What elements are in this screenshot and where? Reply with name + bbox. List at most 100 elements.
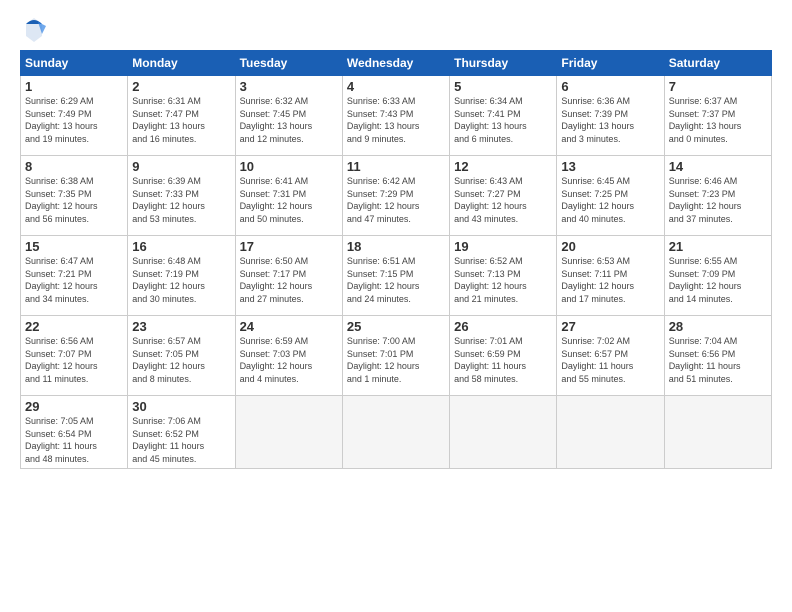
daylight-text: Daylight: 12 hours	[561, 201, 634, 211]
sunset-text: Sunset: 7:21 PM	[25, 269, 92, 279]
daylight-text: and 45 minutes.	[132, 454, 196, 464]
day-info: Sunrise: 6:46 AMSunset: 7:23 PMDaylight:…	[669, 175, 767, 225]
calendar-week-row: 22Sunrise: 6:56 AMSunset: 7:07 PMDayligh…	[21, 316, 772, 396]
day-info: Sunrise: 6:42 AMSunset: 7:29 PMDaylight:…	[347, 175, 445, 225]
table-row: 6Sunrise: 6:36 AMSunset: 7:39 PMDaylight…	[557, 76, 664, 156]
daylight-text: Daylight: 12 hours	[454, 281, 527, 291]
daylight-text: Daylight: 12 hours	[25, 201, 98, 211]
sunrise-text: Sunrise: 6:53 AM	[561, 256, 630, 266]
day-info: Sunrise: 6:34 AMSunset: 7:41 PMDaylight:…	[454, 95, 552, 145]
sunrise-text: Sunrise: 7:02 AM	[561, 336, 630, 346]
sunset-text: Sunset: 7:33 PM	[132, 189, 199, 199]
day-number: 26	[454, 319, 552, 334]
sunset-text: Sunset: 7:25 PM	[561, 189, 628, 199]
daylight-text: Daylight: 12 hours	[25, 281, 98, 291]
day-number: 11	[347, 159, 445, 174]
day-number: 25	[347, 319, 445, 334]
daylight-text: Daylight: 12 hours	[132, 201, 205, 211]
daylight-text: and 55 minutes.	[561, 374, 625, 384]
sunset-text: Sunset: 7:37 PM	[669, 109, 736, 119]
sunset-text: Sunset: 6:52 PM	[132, 429, 199, 439]
day-number: 19	[454, 239, 552, 254]
sunrise-text: Sunrise: 6:31 AM	[132, 96, 201, 106]
daylight-text: Daylight: 13 hours	[132, 121, 205, 131]
calendar-week-row: 29Sunrise: 7:05 AMSunset: 6:54 PMDayligh…	[21, 396, 772, 469]
day-info: Sunrise: 7:05 AMSunset: 6:54 PMDaylight:…	[25, 415, 123, 465]
daylight-text: and 9 minutes.	[347, 134, 406, 144]
table-row: 2Sunrise: 6:31 AMSunset: 7:47 PMDaylight…	[128, 76, 235, 156]
sunset-text: Sunset: 6:56 PM	[669, 349, 736, 359]
sunset-text: Sunset: 7:43 PM	[347, 109, 414, 119]
day-info: Sunrise: 6:51 AMSunset: 7:15 PMDaylight:…	[347, 255, 445, 305]
daylight-text: and 51 minutes.	[669, 374, 733, 384]
table-row: 30Sunrise: 7:06 AMSunset: 6:52 PMDayligh…	[128, 396, 235, 469]
day-info: Sunrise: 7:00 AMSunset: 7:01 PMDaylight:…	[347, 335, 445, 385]
logo-icon	[20, 16, 48, 44]
sunset-text: Sunset: 6:54 PM	[25, 429, 92, 439]
table-row: 22Sunrise: 6:56 AMSunset: 7:07 PMDayligh…	[21, 316, 128, 396]
daylight-text: Daylight: 12 hours	[347, 361, 420, 371]
day-info: Sunrise: 6:47 AMSunset: 7:21 PMDaylight:…	[25, 255, 123, 305]
daylight-text: Daylight: 13 hours	[347, 121, 420, 131]
sunrise-text: Sunrise: 7:01 AM	[454, 336, 523, 346]
sunset-text: Sunset: 7:29 PM	[347, 189, 414, 199]
header-sunday: Sunday	[21, 51, 128, 76]
sunrise-text: Sunrise: 7:04 AM	[669, 336, 738, 346]
day-info: Sunrise: 7:04 AMSunset: 6:56 PMDaylight:…	[669, 335, 767, 385]
day-info: Sunrise: 6:33 AMSunset: 7:43 PMDaylight:…	[347, 95, 445, 145]
day-info: Sunrise: 6:36 AMSunset: 7:39 PMDaylight:…	[561, 95, 659, 145]
day-info: Sunrise: 7:02 AMSunset: 6:57 PMDaylight:…	[561, 335, 659, 385]
daylight-text: and 27 minutes.	[240, 294, 304, 304]
sunrise-text: Sunrise: 6:39 AM	[132, 176, 201, 186]
daylight-text: and 53 minutes.	[132, 214, 196, 224]
day-info: Sunrise: 6:32 AMSunset: 7:45 PMDaylight:…	[240, 95, 338, 145]
title-section	[52, 16, 772, 18]
header-wednesday: Wednesday	[342, 51, 449, 76]
calendar-week-row: 15Sunrise: 6:47 AMSunset: 7:21 PMDayligh…	[21, 236, 772, 316]
sunset-text: Sunset: 7:15 PM	[347, 269, 414, 279]
table-row	[450, 396, 557, 469]
daylight-text: Daylight: 12 hours	[25, 361, 98, 371]
day-number: 21	[669, 239, 767, 254]
daylight-text: Daylight: 12 hours	[132, 361, 205, 371]
table-row: 16Sunrise: 6:48 AMSunset: 7:19 PMDayligh…	[128, 236, 235, 316]
day-info: Sunrise: 7:06 AMSunset: 6:52 PMDaylight:…	[132, 415, 230, 465]
sunrise-text: Sunrise: 6:38 AM	[25, 176, 94, 186]
daylight-text: Daylight: 12 hours	[561, 281, 634, 291]
day-number: 13	[561, 159, 659, 174]
sunset-text: Sunset: 7:31 PM	[240, 189, 307, 199]
day-number: 14	[669, 159, 767, 174]
daylight-text: Daylight: 12 hours	[669, 201, 742, 211]
day-info: Sunrise: 6:59 AMSunset: 7:03 PMDaylight:…	[240, 335, 338, 385]
calendar-body: 1Sunrise: 6:29 AMSunset: 7:49 PMDaylight…	[21, 76, 772, 469]
sunrise-text: Sunrise: 7:05 AM	[25, 416, 94, 426]
page: Sunday Monday Tuesday Wednesday Thursday…	[0, 0, 792, 612]
day-info: Sunrise: 6:31 AM Sunset: 7:47 PM Daylight:…	[132, 95, 230, 145]
table-row: 20Sunrise: 6:53 AMSunset: 7:11 PMDayligh…	[557, 236, 664, 316]
day-info: Sunrise: 6:53 AMSunset: 7:11 PMDaylight:…	[561, 255, 659, 305]
table-row: 12Sunrise: 6:43 AMSunset: 7:27 PMDayligh…	[450, 156, 557, 236]
sunset-text: Sunset: 7:07 PM	[25, 349, 92, 359]
day-number: 10	[240, 159, 338, 174]
table-row: 29Sunrise: 7:05 AMSunset: 6:54 PMDayligh…	[21, 396, 128, 469]
daylight-text: Daylight: 12 hours	[240, 201, 313, 211]
day-number: 17	[240, 239, 338, 254]
sunrise-text: Sunrise: 6:46 AM	[669, 176, 738, 186]
day-info: Sunrise: 6:38 AMSunset: 7:35 PMDaylight:…	[25, 175, 123, 225]
sunrise-text: Sunrise: 6:57 AM	[132, 336, 201, 346]
daylight-text: Daylight: 12 hours	[454, 201, 527, 211]
sunrise-text: Sunrise: 6:42 AM	[347, 176, 416, 186]
sunset-text: Sunset: 7:47 PM	[132, 109, 199, 119]
table-row: 9Sunrise: 6:39 AMSunset: 7:33 PMDaylight…	[128, 156, 235, 236]
calendar-week-row: 8Sunrise: 6:38 AMSunset: 7:35 PMDaylight…	[21, 156, 772, 236]
sunset-text: Sunset: 6:59 PM	[454, 349, 521, 359]
daylight-text: Daylight: 13 hours	[454, 121, 527, 131]
daylight-text: and 40 minutes.	[561, 214, 625, 224]
day-number: 18	[347, 239, 445, 254]
sunrise-text: Sunrise: 6:36 AM	[561, 96, 630, 106]
daylight-text: and 21 minutes.	[454, 294, 518, 304]
day-number: 20	[561, 239, 659, 254]
sunrise-text: Sunrise: 6:37 AM	[669, 96, 738, 106]
day-info: Sunrise: 6:29 AMSunset: 7:49 PMDaylight:…	[25, 95, 123, 145]
day-number: 4	[347, 79, 445, 94]
